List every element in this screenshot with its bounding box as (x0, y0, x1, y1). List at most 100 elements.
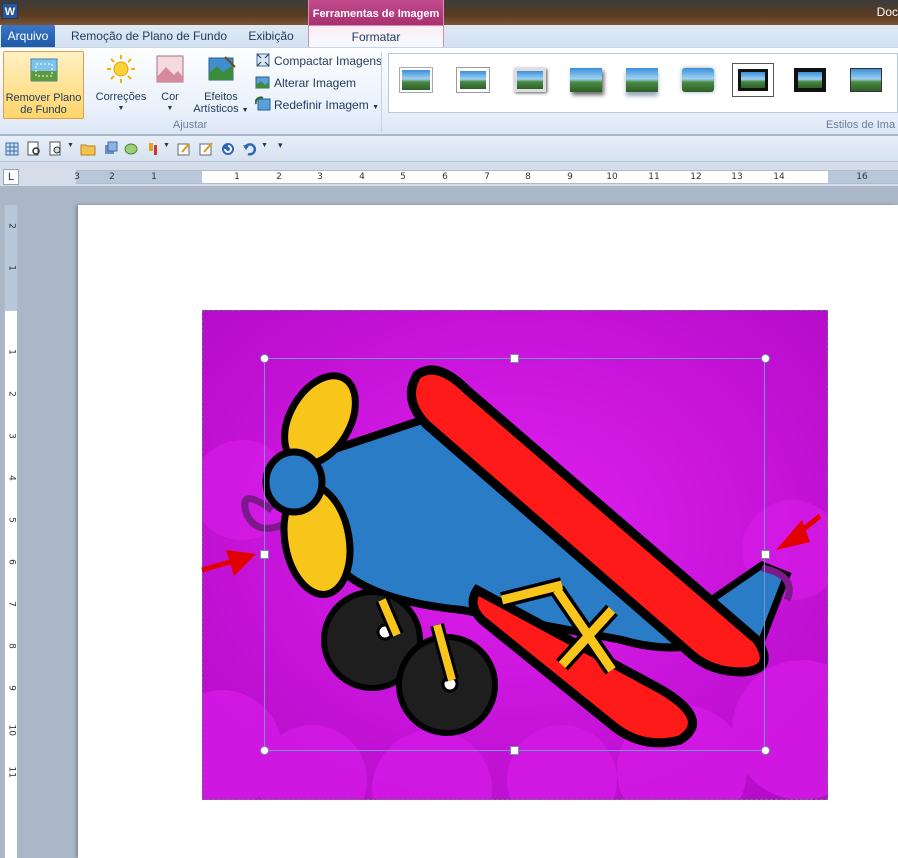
picture-style-thumb[interactable] (789, 63, 831, 97)
resize-handle-top-left[interactable] (260, 354, 269, 363)
resize-handle-top-right[interactable] (761, 354, 770, 363)
ruler-number: 2 (6, 223, 17, 229)
resize-handle-left[interactable] (260, 550, 269, 559)
ruler-number: 3 (6, 433, 17, 439)
compress-icon (256, 53, 270, 67)
print-preview-icon[interactable] (26, 141, 42, 157)
keep-area-marquee[interactable] (264, 358, 765, 751)
edit-doc-icon[interactable] (198, 141, 214, 157)
color-picture-icon (156, 55, 184, 83)
ruler-number: 3 (317, 172, 323, 182)
tab-view[interactable]: Exibição (240, 25, 302, 47)
grid-icon[interactable] (4, 141, 20, 157)
ruler-number: 6 (442, 172, 448, 182)
reset-picture-label: Redefinir Imagem (274, 98, 369, 112)
ruler-number: 3 (74, 172, 80, 182)
dropdown-arrow-icon[interactable]: ▼ (372, 104, 379, 111)
customize-toolbar-icon[interactable]: ▾ (278, 140, 283, 151)
resize-handle-bottom-right[interactable] (761, 746, 770, 755)
ruler-number: 8 (6, 643, 17, 649)
color-button[interactable]: Cor ▼ (150, 51, 190, 115)
ruler-number: 16 (856, 172, 868, 182)
ruler-number: 14 (773, 172, 785, 182)
red-arrow-right-icon (776, 514, 822, 550)
artistic-effects-button[interactable]: Efeitos Artísticos ▼ (190, 51, 252, 117)
dropdown-arrow-icon: ▼ (117, 105, 125, 112)
vertical-ruler[interactable]: 2 1 1 2 3 4 5 6 7 8 9 10 11 (4, 205, 18, 858)
reset-picture-button[interactable]: Redefinir Imagem ▼ (255, 95, 379, 115)
remove-background-label-2: de Fundo (20, 104, 67, 116)
dropdown-arrow-icon: ▼ (166, 105, 174, 112)
dropdown-arrow-icon[interactable]: ▼ (261, 142, 268, 149)
compress-pictures-button[interactable]: Compactar Imagens (255, 51, 382, 71)
ruler-number: 11 (6, 766, 17, 778)
picture-style-thumb[interactable] (452, 63, 494, 97)
ruler-number: 10 (606, 172, 618, 182)
ruler-number: 2 (109, 172, 115, 182)
corrections-button[interactable]: Correções ▼ (92, 51, 150, 115)
ruler-number: 5 (6, 517, 17, 523)
ruler-number: 7 (484, 172, 490, 182)
refresh-icon[interactable] (220, 141, 236, 157)
change-picture-label: Alterar Imagem (274, 76, 357, 90)
group-label-picture-styles: Estilos de Ima (826, 119, 896, 131)
tab-format[interactable]: Formatar (308, 25, 444, 47)
change-picture-button[interactable]: Alterar Imagem (255, 73, 356, 93)
red-arrow-left-icon (201, 550, 256, 576)
ruler-number: 2 (6, 391, 17, 397)
group-separator (381, 52, 382, 132)
picture-style-thumb[interactable] (845, 63, 887, 97)
ruler-number: 13 (731, 172, 743, 182)
remove-background-label-1: Remover Plano (5, 92, 82, 104)
ruler-number: 4 (6, 475, 17, 481)
tab-selector[interactable]: L (3, 169, 19, 185)
undo-icon[interactable] (242, 141, 258, 157)
artistic-effects-icon (208, 56, 236, 81)
ruler-number: 8 (525, 172, 531, 182)
dropdown-arrow-icon[interactable]: ▼ (67, 142, 74, 149)
open-folder-icon[interactable] (80, 141, 96, 157)
picture-style-thumb[interactable] (621, 63, 663, 97)
resize-handle-right[interactable] (761, 550, 770, 559)
remove-background-button[interactable]: Remover Plano de Fundo (3, 51, 84, 119)
resize-handle-top[interactable] (510, 354, 519, 363)
ruler-number: 1 (151, 172, 157, 182)
copy-icon[interactable] (103, 141, 119, 157)
ruler-number: 10 (6, 724, 17, 736)
ruler-number: 11 (648, 172, 660, 182)
document-title: Doc (876, 5, 898, 19)
picture-style-thumb-selected[interactable] (732, 63, 774, 97)
artistic-effects-label-1: Efeitos (204, 91, 238, 103)
group-label-adjust: Ajustar (172, 119, 208, 131)
tab-file[interactable]: Arquivo (1, 25, 55, 47)
artistic-effects-label-2: Artísticos ▼ (193, 103, 249, 115)
picture-style-thumb[interactable] (565, 63, 607, 97)
ruler-left-margin (76, 171, 202, 183)
picture-style-thumb[interactable] (509, 63, 551, 97)
reset-picture-icon (255, 96, 271, 111)
corrections-label: Correções (95, 91, 147, 103)
tab-background-removal[interactable]: Remoção de Plano de Fundo (64, 25, 234, 47)
remove-background-icon (30, 58, 57, 82)
picture-styles-gallery (388, 53, 898, 113)
resize-handle-bottom-left[interactable] (260, 746, 269, 755)
ruler-number: 2 (276, 172, 282, 182)
resize-handle-bottom[interactable] (510, 746, 519, 755)
picture-style-thumb[interactable] (395, 63, 437, 97)
shape-icon[interactable] (123, 141, 139, 157)
picture-style-thumb[interactable] (677, 63, 719, 97)
change-picture-icon (255, 76, 270, 89)
horizontal-ruler[interactable]: 3 2 1 1 2 3 4 5 6 7 8 9 10 11 12 13 14 16 (74, 170, 898, 184)
ruler-number: 9 (6, 685, 17, 691)
ruler-number: 1 (6, 265, 17, 271)
sun-icon (107, 55, 135, 83)
edit-icon[interactable] (176, 141, 192, 157)
format-painter-icon[interactable] (146, 141, 162, 157)
compress-pictures-label: Compactar Imagens (274, 54, 383, 68)
word-app-icon[interactable]: W (2, 3, 18, 19)
title-bar: W Ferramentas de Imagem Doc (0, 0, 898, 25)
ruler-number: 4 (359, 172, 365, 182)
ruler-number: 7 (6, 601, 17, 607)
zoom-icon[interactable] (48, 141, 64, 157)
dropdown-arrow-icon[interactable]: ▼ (163, 142, 170, 149)
